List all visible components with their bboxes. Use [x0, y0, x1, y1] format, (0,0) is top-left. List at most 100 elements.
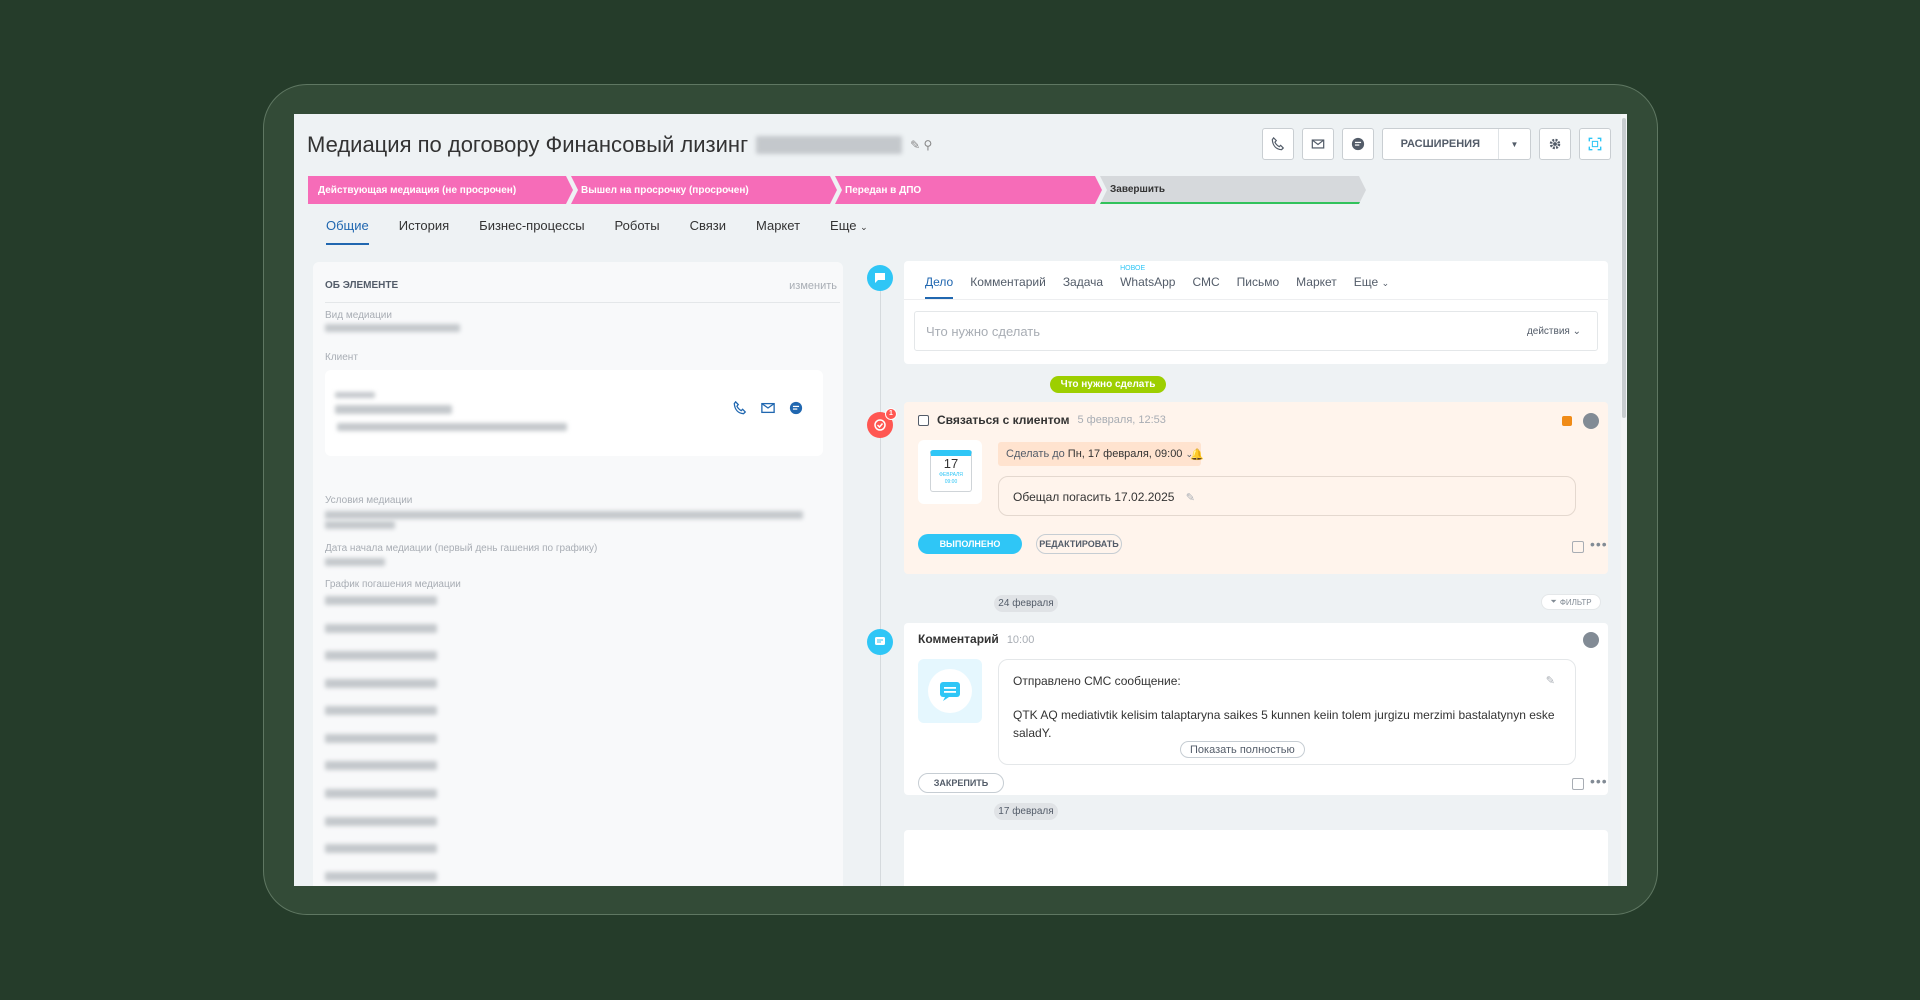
comment-card: Комментарий 10:00 Отправлено СМС сообщен… [904, 623, 1608, 795]
title-text: Медиация по договору Финансовый лизинг [307, 132, 749, 157]
etab-letter[interactable]: Письмо [1237, 275, 1280, 299]
filter-button[interactable]: ⏷ ФИЛЬТР [1541, 594, 1601, 610]
stage-transferred[interactable]: Передан в ДПО [835, 176, 1102, 204]
todo-section-badge: Что нужно сделать [1050, 376, 1166, 393]
pin-button[interactable]: ЗАКРЕПИТЬ [918, 773, 1004, 793]
avatar[interactable] [1583, 632, 1599, 648]
redacted-schedule-row [325, 706, 437, 715]
pencil-icon[interactable]: ✎ [1546, 672, 1555, 690]
redacted-schedule-row [325, 872, 437, 881]
edit-title-icon[interactable]: ✎ ⚲ [910, 138, 932, 152]
crm-window: Медиация по договору Финансовый лизинг ✎… [294, 114, 1627, 886]
chat-icon[interactable] [789, 401, 803, 415]
extensions-label: РАСШИРЕНИЯ [1400, 138, 1480, 150]
calendar-icon: 17 ФЕВРАЛЯ 09:00 [918, 440, 982, 504]
chat-button[interactable] [1341, 128, 1374, 160]
comment-header: Комментарий 10:00 [918, 632, 1034, 646]
tab-general[interactable]: Общие [326, 218, 369, 245]
priority-flag-icon[interactable] [1562, 416, 1572, 426]
main-tabs: Общие История Бизнес-процессы Роботы Свя… [326, 218, 868, 245]
etab-market[interactable]: Маркет [1296, 275, 1337, 299]
bell-icon[interactable]: 🔔 [1190, 448, 1204, 461]
settings-button[interactable] [1539, 128, 1571, 160]
etab-sms[interactable]: СМС [1192, 275, 1219, 299]
chevron-down-icon[interactable]: ▼ [1498, 129, 1530, 159]
calendar-day: 17 [943, 456, 959, 471]
stage-finish[interactable]: Завершить [1100, 176, 1366, 204]
redacted-schedule-row [325, 789, 437, 798]
more-icon[interactable]: ••• [1590, 773, 1608, 789]
actions-label: действия [1526, 326, 1570, 337]
header-toolbar: РАСШИРЕНИЯ ▼ [1261, 128, 1611, 160]
etab-whatsapp-label: WhatsApp [1120, 275, 1176, 289]
tab-links[interactable]: Связи [690, 218, 726, 245]
pipeline-stages: Действующая медиация (не просрочен) Выше… [308, 176, 1622, 204]
message-line-1: Отправлено СМС сообщение: [1013, 674, 1181, 688]
redacted-value [337, 423, 567, 431]
tab-history[interactable]: История [399, 218, 449, 245]
timeline-card [904, 830, 1608, 886]
field-label-client: Клиент [325, 352, 358, 363]
divider [904, 299, 1608, 300]
note-icon[interactable] [1572, 541, 1584, 553]
stage-active-mediation[interactable]: Действующая медиация (не просрочен) [308, 176, 573, 204]
tab-more[interactable]: Еще ⌄ [830, 218, 868, 245]
deadline-selector[interactable]: Сделать до Пн, 17 февраля, 09:00 ⌄ [998, 442, 1201, 466]
phone-icon[interactable] [733, 401, 747, 415]
tab-robots[interactable]: Роботы [615, 218, 660, 245]
edit-link[interactable]: изменить [789, 280, 840, 292]
task-note[interactable]: Обещал погасить 17.02.2025 ✎ [998, 476, 1576, 516]
done-button[interactable]: ВЫПОЛНЕНО [918, 534, 1022, 554]
more-icon[interactable]: ••• [1590, 536, 1608, 552]
client-card[interactable] [325, 370, 823, 456]
stage-overdue[interactable]: Вышел на просрочку (просрочен) [571, 176, 837, 204]
task-header: Связаться с клиентом 5 февраля, 12:53 [918, 413, 1166, 427]
task-checkbox[interactable] [918, 414, 929, 426]
timeline-chat-icon [867, 265, 893, 291]
new-badge: НОВОЕ [1120, 265, 1146, 272]
date-separator: 17 февраля [994, 803, 1058, 820]
field-label-start-date: Дата начала медиации (первый день гашени… [325, 543, 598, 554]
gear-icon [1549, 138, 1561, 150]
fullscreen-button[interactable] [1579, 128, 1611, 160]
envelope-icon [1311, 139, 1324, 149]
etab-whatsapp[interactable]: НОВОЕ WhatsApp [1120, 265, 1176, 299]
show-all-button[interactable]: Показать полностью [1180, 741, 1305, 758]
about-element-card: ОБ ЭЛЕМЕНТЕ изменить Вид медиации Клиент… [313, 262, 843, 886]
scrollbar-thumb[interactable] [1622, 118, 1626, 418]
envelope-icon[interactable] [761, 401, 775, 415]
tab-business-processes[interactable]: Бизнес-процессы [479, 218, 584, 245]
note-icon[interactable] [1572, 778, 1584, 790]
redacted-value [325, 324, 460, 332]
actions-dropdown[interactable]: действия ⌄ [1527, 326, 1581, 337]
page-title: Медиация по договору Финансовый лизинг ✎… [307, 132, 932, 158]
tab-market[interactable]: Маркет [756, 218, 800, 245]
pencil-icon[interactable]: ✎ [1186, 492, 1195, 504]
editor-tabs: Дело Комментарий Задача НОВОЕ WhatsApp СМ… [925, 265, 1389, 299]
scrollbar[interactable] [1621, 114, 1627, 886]
task-title[interactable]: Связаться с клиентом [937, 413, 1069, 427]
redacted-schedule-row [325, 817, 437, 826]
email-button[interactable] [1301, 128, 1334, 160]
redacted-value [325, 511, 803, 519]
etab-comment[interactable]: Комментарий [970, 275, 1046, 299]
about-header: ОБ ЭЛЕМЕНТЕ изменить [325, 280, 840, 303]
chevron-down-icon: ⌄ [860, 222, 868, 232]
task-notification-badge: 1 [885, 408, 897, 420]
extensions-button[interactable]: РАСШИРЕНИЯ ▼ [1381, 128, 1531, 160]
redacted-schedule-row [325, 596, 437, 605]
avatar[interactable] [1583, 413, 1599, 429]
deadline-value: Пн, 17 февраля, 09:00 [1067, 448, 1183, 460]
todo-input[interactable]: Что нужно сделать действия ⌄ [914, 311, 1598, 351]
chevron-down-icon: ⌄ [1572, 326, 1581, 337]
edit-button[interactable]: РЕДАКТИРОВАТЬ [1036, 534, 1122, 554]
message-line-2: QTK AQ mediativtik kelisim talaptaryna s… [1013, 708, 1555, 740]
redacted-value [335, 392, 375, 398]
etab-task[interactable]: Задача [1063, 275, 1103, 299]
call-button[interactable] [1261, 128, 1294, 160]
redacted-schedule-row [325, 679, 437, 688]
chevron-down-icon: ⌄ [1381, 278, 1390, 288]
etab-more[interactable]: Еще ⌄ [1354, 275, 1389, 299]
client-contact-icons [733, 401, 803, 415]
etab-deal[interactable]: Дело [925, 275, 954, 299]
